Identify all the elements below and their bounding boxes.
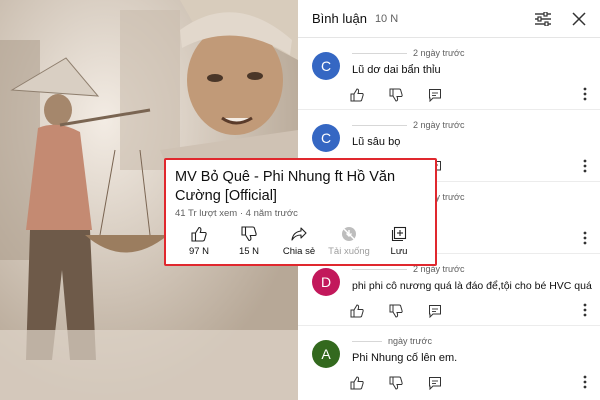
thumbs-up-icon[interactable] (350, 88, 364, 102)
comment-text: phi phi cô nương quá là đáo để,tội cho b… (352, 280, 592, 292)
like-button[interactable]: 97 N (174, 226, 224, 257)
share-label: Chia sẻ (282, 246, 316, 257)
like-count: 97 N (188, 246, 210, 257)
comment-meta: 2 ngày trước (352, 48, 464, 58)
comments-header: Bình luận 10 N (298, 0, 600, 38)
thumbs-up-icon[interactable] (350, 304, 364, 318)
author-name-redacted (352, 52, 407, 54)
author-name-redacted (352, 340, 382, 342)
comment-text: Lũ sâu bọ (352, 136, 401, 148)
save-button[interactable]: Lưu (374, 226, 424, 257)
share-icon (291, 227, 307, 241)
more-options-icon[interactable] (580, 158, 590, 174)
more-options-icon[interactable] (580, 86, 590, 102)
video-views-date: 41 Tr lượt xem · 4 năm trước (175, 208, 298, 219)
thumbs-down-icon[interactable] (389, 376, 403, 390)
thumbs-down-icon[interactable] (389, 304, 403, 318)
video-title[interactable]: MV Bỏ Quê - Phi Nhung ft Hồ Văn Cường [O… (175, 168, 425, 206)
video-info-card: MV Bỏ Quê - Phi Nhung ft Hồ Văn Cường [O… (164, 158, 437, 266)
avatar[interactable]: C (312, 52, 340, 80)
avatar[interactable]: D (312, 268, 340, 296)
more-options-icon[interactable] (580, 230, 590, 246)
comment-item: A ngày trước Phi Nhung cố lên em. (298, 326, 600, 398)
comment-item: C 2 ngày trước Lũ dơ dai bẩn thỉu (298, 38, 600, 110)
thumbs-up-icon (191, 226, 207, 242)
download-button[interactable]: Tải xuống (324, 226, 374, 257)
dislike-count: 15 N (238, 246, 260, 257)
filter-icon[interactable] (534, 10, 552, 28)
comments-count: 10 N (374, 12, 399, 25)
reply-icon[interactable] (428, 376, 442, 390)
download-disabled-icon (342, 227, 356, 241)
thumbs-up-icon[interactable] (350, 376, 364, 390)
download-label: Tải xuống (328, 246, 370, 257)
video-actions-bar: 97 N 15 N Chia sẻ Tải xuống Lưu (174, 226, 424, 257)
author-name-redacted (352, 124, 407, 126)
thumbs-down-icon (241, 226, 257, 242)
comment-meta: ngày trước (352, 336, 432, 346)
comment-time: 2 ngày trước (413, 120, 465, 130)
more-options-icon[interactable] (580, 302, 590, 318)
comments-title: Bình luận (312, 11, 367, 26)
author-name-redacted (352, 268, 407, 270)
comment-text: Lũ dơ dai bẩn thỉu (352, 64, 441, 76)
more-options-icon[interactable] (580, 374, 590, 390)
avatar[interactable]: A (312, 340, 340, 368)
comment-time: 2 ngày trước (413, 48, 465, 58)
comment-time: ngày trước (388, 336, 432, 346)
comment-meta: 2 ngày trước (352, 120, 464, 130)
share-button[interactable]: Chia sẻ (274, 226, 324, 257)
save-label: Lưu (390, 246, 408, 257)
thumbs-down-icon[interactable] (389, 88, 403, 102)
dislike-button[interactable]: 15 N (224, 226, 274, 257)
close-icon[interactable] (570, 10, 588, 28)
reply-icon[interactable] (428, 88, 442, 102)
comment-text: Phi Nhung cố lên em. (352, 352, 458, 364)
save-playlist-icon (391, 226, 407, 242)
reply-icon[interactable] (428, 304, 442, 318)
avatar[interactable]: C (312, 124, 340, 152)
